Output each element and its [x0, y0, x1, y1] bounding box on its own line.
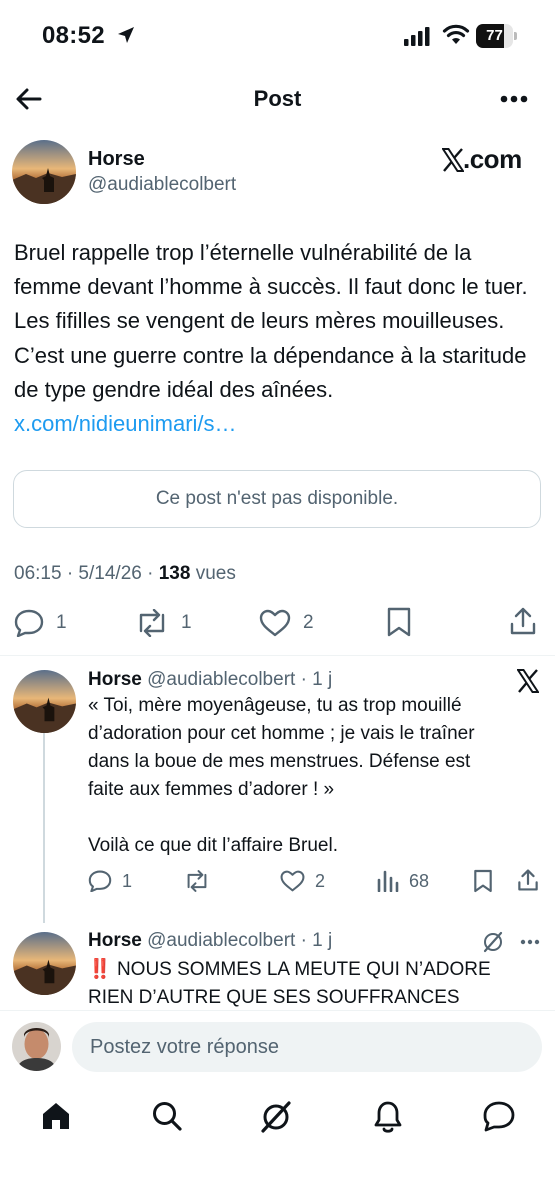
grok-icon[interactable]: [482, 931, 504, 953]
author-avatar[interactable]: [12, 140, 76, 204]
my-avatar[interactable]: [12, 1022, 61, 1071]
post-link[interactable]: x.com/nidieunimari/s…: [14, 411, 237, 436]
repost-count: 1: [181, 612, 192, 633]
reply-avatar[interactable]: [13, 932, 76, 995]
more-horizontal-icon[interactable]: [520, 939, 540, 945]
page-title: Post: [253, 86, 302, 111]
author-name[interactable]: Horse: [88, 148, 145, 171]
bell-icon[interactable]: [373, 1100, 403, 1134]
reply-like-count: 2: [315, 870, 326, 891]
share-icon[interactable]: [517, 868, 539, 892]
heart-icon: [280, 870, 305, 892]
unavailable-message: Ce post n'est pas disponible.: [155, 488, 399, 509]
xcom-label: .com: [463, 144, 522, 174]
battery-percent: 77: [486, 27, 503, 44]
status-bar: 08:52 77: [0, 0, 555, 74]
repost-button[interactable]: 1: [135, 609, 192, 637]
thread-line: [43, 728, 45, 923]
reply-reply-count: 1: [122, 870, 133, 891]
reply-composer-bar: [0, 1010, 555, 1085]
wifi-icon: [442, 24, 470, 44]
x-logo-icon: [442, 148, 464, 172]
bottom-nav: [0, 1085, 555, 1200]
reply-like-button[interactable]: 2: [280, 870, 325, 892]
top-nav-header: Post: [0, 74, 555, 124]
post-meta: 06:15 · 5/14/26 · 138 vues: [14, 563, 236, 584]
double-exclamation-emoji: ‼️: [88, 959, 112, 980]
reply-text: « Toi, mère moyenâgeuse, tu as trop moui…: [88, 695, 475, 856]
reply-views-count: 68: [409, 870, 430, 891]
bookmark-icon[interactable]: [473, 869, 493, 893]
reply-author-name[interactable]: Horse: [88, 669, 142, 690]
search-icon[interactable]: [151, 1100, 183, 1132]
status-time: 08:52: [42, 22, 105, 49]
views-count: 138: [158, 563, 191, 584]
reply-text: ‼️ NOUS SOMMES LA MEUTE QUI N’ADORE RIEN…: [88, 959, 491, 1008]
reply-header: Horse @audiablecolbert · 1 j: [88, 930, 332, 952]
more-horizontal-icon[interactable]: [500, 94, 528, 104]
reply-reply-button[interactable]: 1: [88, 870, 132, 892]
home-icon[interactable]: [40, 1100, 72, 1132]
reply-meta: @audiablecolbert · 1 j: [147, 669, 333, 690]
cellular-signal-icon: [404, 27, 430, 46]
location-arrow-icon: [118, 27, 134, 43]
post-text: Bruel rappelle trop l’éternelle vulnérab…: [14, 240, 528, 437]
reply-count: 1: [56, 612, 67, 633]
reply-views-button[interactable]: 68: [377, 870, 429, 892]
reply-bubble-icon: [88, 870, 112, 892]
bookmark-icon[interactable]: [386, 607, 412, 637]
message-icon[interactable]: [482, 1100, 516, 1132]
heart-icon: [259, 609, 291, 637]
grok-icon[interactable]: [259, 1100, 293, 1134]
reply-avatar[interactable]: [13, 670, 76, 733]
repost-icon[interactable]: [184, 870, 210, 892]
battery-indicator: 77: [476, 24, 518, 48]
views-bar-icon: [377, 870, 399, 892]
reply-author-name[interactable]: Horse: [88, 930, 142, 951]
like-button[interactable]: 2: [259, 609, 314, 637]
author-handle[interactable]: @audiablecolbert: [88, 174, 236, 196]
repost-icon: [139, 609, 165, 637]
post-divider: [0, 655, 555, 656]
reply-meta: @audiablecolbert · 1 j: [147, 930, 333, 951]
unavailable-quote-card: Ce post n'est pas disponible.: [13, 470, 541, 528]
reply-bubble-icon: [14, 609, 44, 637]
like-count: 2: [303, 612, 314, 633]
x-logo-icon: [517, 669, 539, 693]
reply-header: Horse @audiablecolbert · 1 j: [88, 669, 332, 691]
reply-button[interactable]: 1: [14, 609, 67, 637]
share-icon[interactable]: [509, 606, 537, 636]
reply-input[interactable]: [72, 1022, 542, 1072]
